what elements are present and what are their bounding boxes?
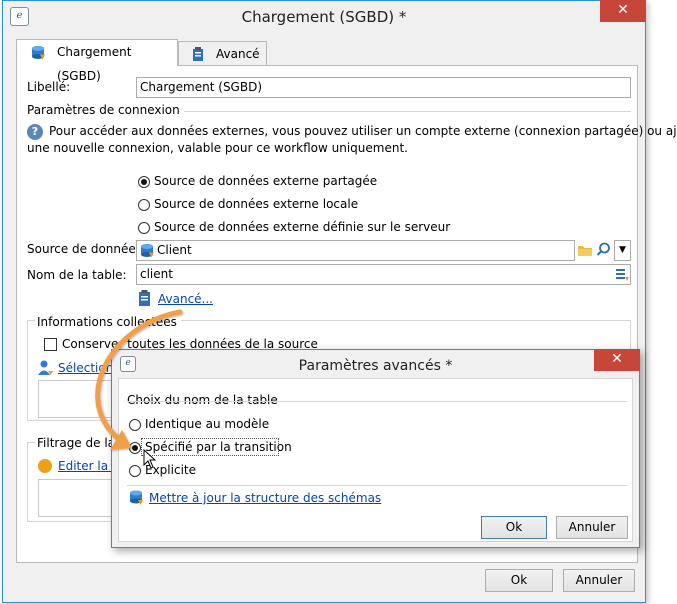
cancel-button[interactable]: Annuler: [563, 569, 635, 592]
table-input[interactable]: client: [136, 264, 631, 285]
dropdown-chevron-icon[interactable]: ▼: [614, 240, 631, 261]
list-edit-icon[interactable]: [615, 268, 629, 281]
tab-label: Avancé: [216, 47, 260, 61]
help-text-line2: une nouvelle connexion, valable pour ce …: [27, 141, 408, 155]
divider: [127, 401, 627, 402]
tab-chargement[interactable]: Chargement (SGBD): [16, 39, 178, 83]
title-bar[interactable]: ℯ Chargement (SGBD) * ✕: [3, 0, 646, 32]
close-button[interactable]: ✕: [594, 349, 640, 371]
database-icon: [32, 46, 45, 60]
datasource-value: Client: [157, 243, 192, 257]
help-icon: ?: [27, 124, 43, 140]
radio-server-source-label: Source de données externe définie sur le…: [154, 220, 451, 234]
table-label: Nom de la table:: [27, 268, 127, 282]
database-icon: [141, 244, 154, 258]
search-icon[interactable]: [596, 242, 611, 257]
radio-local-source[interactable]: [138, 199, 150, 211]
ok-button[interactable]: Ok: [485, 569, 553, 592]
update-schema-link[interactable]: Mettre à jour la structure des schémas: [149, 491, 381, 505]
curved-arrow: [95, 309, 183, 450]
cancel-button[interactable]: Annuler: [556, 516, 628, 539]
keep-all-checkbox[interactable]: [44, 338, 57, 351]
radio-explicit[interactable]: [129, 465, 141, 477]
window-title: Chargement (SGBD) *: [241, 8, 407, 26]
libelle-input[interactable]: Chargement (SGBD): [136, 77, 631, 98]
connection-section-title: Paramètres de connexion: [27, 103, 184, 117]
close-button[interactable]: ✕: [600, 0, 646, 22]
folder-icon[interactable]: [577, 243, 593, 257]
radio-local-source-label: Source de données externe locale: [154, 197, 359, 211]
database-icon: [130, 490, 143, 505]
radio-server-source[interactable]: [138, 222, 150, 234]
ok-button[interactable]: Ok: [481, 516, 547, 539]
tab-avance[interactable]: Avancé: [178, 41, 267, 67]
filter-status-icon: [38, 459, 52, 473]
clipboard-icon: [193, 47, 203, 61]
divider: [127, 485, 627, 486]
radio-shared-source-label: Source de données externe partagée: [154, 174, 378, 188]
datasource-input[interactable]: Client: [136, 240, 575, 261]
user-icon: [38, 360, 53, 375]
radio-shared-source[interactable]: [138, 176, 150, 188]
help-text-line1: Pour accéder aux données externes, vous …: [49, 124, 677, 138]
datasource-label: Source de données:: [27, 242, 147, 256]
